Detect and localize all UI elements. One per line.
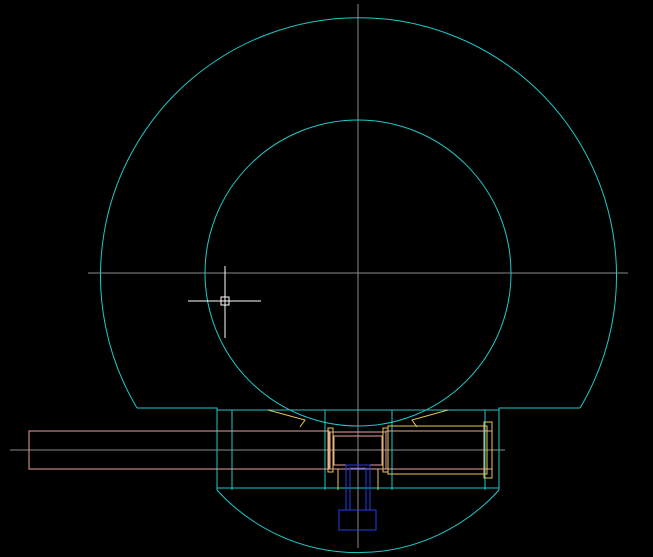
cad-drawing[interactable]: [0, 0, 653, 557]
crosshair-cursor-icon: [188, 266, 261, 338]
wedge-right: [411, 409, 449, 428]
housing-bottom-left: [137, 407, 218, 490]
centerlines: [10, 4, 628, 548]
wedge-left: [267, 409, 306, 428]
housing-bottom-right: [498, 407, 580, 490]
drawing-canvas[interactable]: [0, 0, 653, 557]
